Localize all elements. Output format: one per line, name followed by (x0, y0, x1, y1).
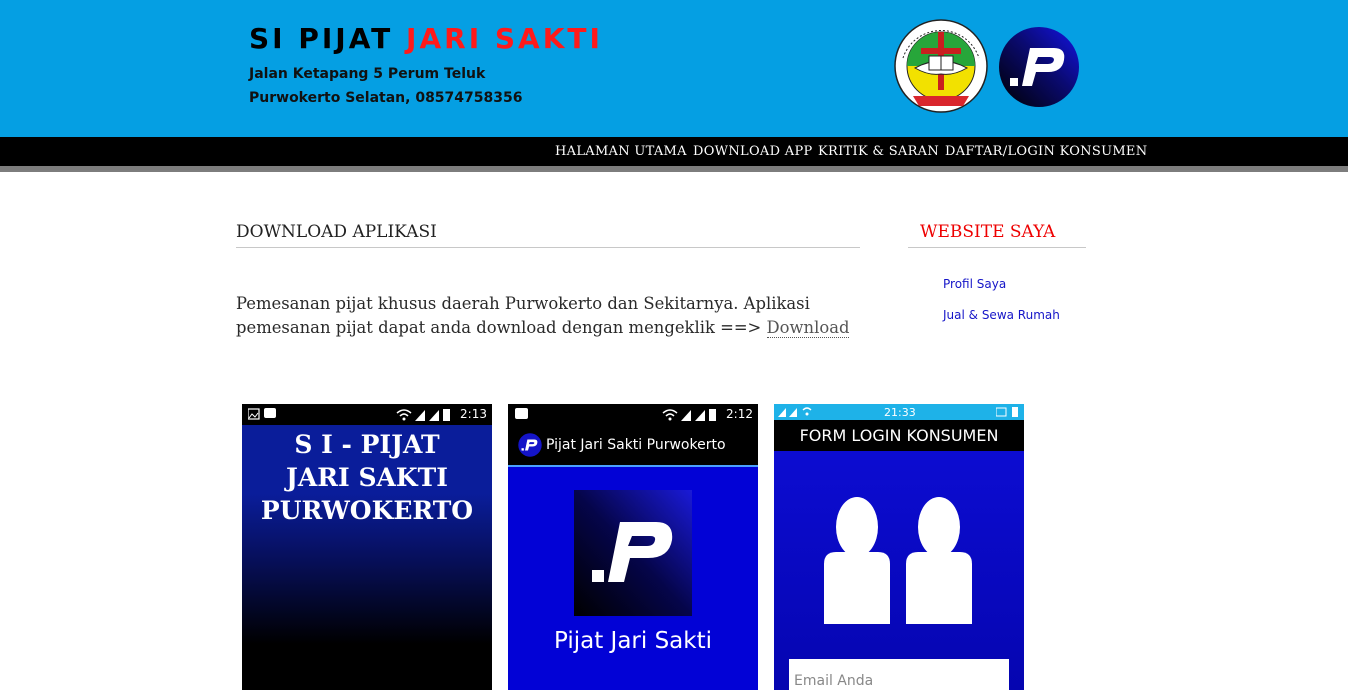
sidebar-link-jual-sewa-rumah[interactable]: Jual & Sewa Rumah (943, 308, 1060, 322)
notification-icon (515, 408, 528, 419)
address-line-2: Purwokerto Selatan, 08574758356 (249, 90, 523, 106)
site-title[interactable]: SI PIJAT JARI SAKTI (249, 22, 603, 55)
notification-icons (248, 408, 276, 420)
people-icon (824, 497, 972, 624)
splash-line-2: JARI SAKTI (286, 463, 448, 492)
site-header: SI PIJAT JARI SAKTI Jalan Ketapang 5 Per… (0, 0, 1348, 137)
app-logo-icon (574, 490, 692, 616)
site-title-accent: JARI SAKTI (406, 22, 603, 55)
section-divider (236, 247, 860, 248)
nav-divider (0, 166, 1348, 172)
app-name-label: Pijat Jari Sakti (553, 628, 713, 654)
nav-item-daftar-login[interactable]: DAFTAR/LOGIN KONSUMEN (945, 144, 1147, 159)
status-bar: 21:33 (774, 404, 1024, 420)
email-placeholder: Email Anda (794, 673, 874, 689)
sidebar-title: WEBSITE SAYA (920, 222, 1056, 242)
app-bar-divider (508, 465, 758, 467)
app-screenshot-home: 2:12 Pijat Jari Sakti Purwokerto Pijat J… (508, 404, 758, 690)
app-bar: Pijat Jari Sakti Purwokerto (508, 425, 758, 465)
battery-icons (996, 407, 1018, 417)
form-title: FORM LOGIN KONSUMEN (799, 426, 999, 445)
download-description: Pemesanan pijat khusus daerah Purwokerto… (236, 292, 861, 339)
download-link[interactable]: Download (766, 317, 850, 338)
section-title: DOWNLOAD APLIKASI (236, 222, 437, 242)
app-bar-logo-icon (518, 433, 542, 457)
signal-icons (778, 407, 812, 417)
splash-title: S I - PIJAT JARI SAKTI PURWOKERTO (242, 428, 492, 527)
app-bar-title: Pijat Jari Sakti Purwokerto (546, 437, 726, 453)
app-screenshot-splash: 2:13 S I - PIJAT JARI SAKTI PURWOKERTO (242, 404, 492, 690)
sidebar-link-profil-saya[interactable]: Profil Saya (943, 277, 1006, 291)
splash-line-3: PURWOKERTO (260, 496, 474, 525)
sidebar-divider (908, 247, 1086, 248)
p-logo (999, 27, 1079, 107)
status-bar: 2:12 (508, 404, 758, 425)
splash-line-1: S I - PIJAT (294, 430, 440, 459)
email-field[interactable]: Email Anda (789, 659, 1009, 690)
school-logo (894, 19, 988, 113)
nav-item-kritik-saran[interactable]: KRITIK & SARAN (818, 144, 939, 159)
status-time: 2:13 (460, 407, 487, 421)
nav-item-download-app[interactable]: DOWNLOAD APP (693, 144, 813, 159)
status-time: 21:33 (884, 406, 916, 419)
nav-item-halaman-utama[interactable]: HALAMAN UTAMA (555, 144, 687, 159)
address-line-1: Jalan Ketapang 5 Perum Teluk (249, 66, 486, 82)
status-bar: 2:13 (242, 404, 492, 425)
app-screenshot-login: 21:33 FORM LOGIN KONSUMEN Email Anda (774, 404, 1024, 690)
description-text: Pemesanan pijat khusus daerah Purwokerto… (236, 294, 810, 337)
signal-battery-icons (396, 409, 450, 421)
site-title-main: SI PIJAT (249, 22, 407, 55)
status-time: 2:12 (726, 407, 753, 421)
signal-battery-icons (662, 409, 716, 421)
